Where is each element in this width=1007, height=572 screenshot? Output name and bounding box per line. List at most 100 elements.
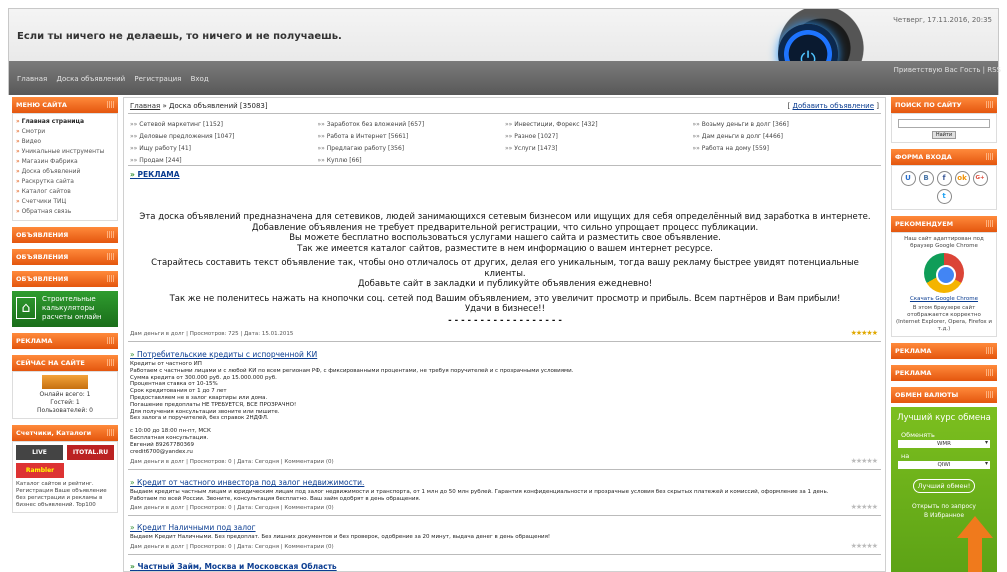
scroll-up-arrow-icon[interactable] [957, 516, 993, 572]
add-ad-link[interactable]: [ Добавить объявление ] [788, 102, 880, 110]
datetime: Четверг, 17.11.2016, 20:35 [893, 16, 992, 24]
menu-item-board[interactable]: Доска объявлений [16, 167, 114, 177]
menu-item-tools[interactable]: Уникальные инструменты [16, 147, 114, 157]
divider [128, 554, 881, 555]
site-header: Если ты ничего не делаешь, то ничего и н… [8, 8, 999, 96]
category-item[interactable]: Возьму деньги в долг [366] [693, 119, 881, 130]
ad-title-link[interactable]: Потребительские кредиты с испорченной КИ [130, 350, 317, 359]
chrome-icon[interactable] [924, 253, 964, 293]
nav-links: Главная Доска объявлений Регистрация Вхо… [17, 75, 216, 83]
counter-liveinternet[interactable]: LIVE [16, 445, 63, 460]
rating-stars[interactable]: ★★★★★ [851, 329, 878, 337]
category-item[interactable]: Дам деньги в долг [4466] [693, 131, 881, 142]
navbar: Главная Доска объявлений Регистрация Вхо… [9, 61, 998, 95]
search-block: Найти [891, 113, 997, 143]
category-item[interactable]: Деловые предложения [1047] [130, 131, 318, 142]
online-block: Онлайн всего: 1 Гостей: 1 Пользователей:… [12, 371, 118, 419]
open-partners[interactable]: Открыть по запросу [895, 503, 993, 510]
breadcrumb: Главная » Доска объявлений [35083] [130, 102, 268, 110]
login-block: U B f ok G+ t [891, 165, 997, 210]
ad-body: Выдаем Кредит Наличными. Без предоплат. … [130, 534, 551, 540]
divider [128, 515, 881, 516]
ad-title-link[interactable]: Кредит от частного инвестора под залог н… [130, 478, 364, 487]
counters-block: LIVE ITOTAL.RU Rambler Каталог сайтов и … [12, 441, 118, 513]
menu-item-catalog[interactable]: Каталог сайтов [16, 187, 114, 197]
category-item[interactable]: Услуги [1473] [505, 143, 693, 154]
category-item[interactable]: Разное [1027] [505, 131, 693, 142]
left-column: МЕНЮ САЙТА Главная страница Смотри Видео… [12, 97, 118, 513]
login-title: ФОРМА ВХОДА [891, 149, 997, 165]
menu-item-promo[interactable]: Раскрутка сайта [16, 177, 114, 187]
ad-meta: Дам деньги в долг | Просмотров: 0 | Дата… [130, 505, 334, 511]
google-plus-icon[interactable]: G+ [972, 171, 988, 186]
right-column: ПОИСК ПО САЙТУ Найти ФОРМА ВХОДА U B f o… [891, 97, 997, 572]
ad-meta: Дам деньги в долг | Просмотров: 0 | Дата… [130, 459, 334, 465]
ad-title-link[interactable]: Частный Займ, Москва и Московская Област… [130, 562, 336, 571]
main-content: Главная » Доска объявлений [35083] [ Доб… [123, 97, 886, 572]
get-currency-select[interactable]: QIWI [898, 460, 990, 469]
category-item[interactable]: Сетевой маркетинг [1152] [130, 119, 318, 130]
counter-rambler[interactable]: Rambler [16, 463, 64, 478]
counter-itotal[interactable]: ITOTAL.RU [67, 445, 114, 460]
twitter-icon[interactable]: t [936, 189, 952, 204]
breadcrumb-current: Доска объявлений [35083] [168, 102, 268, 110]
ad-body: Кредиты от частного ИП Работаем с частны… [130, 361, 574, 455]
search-input[interactable] [898, 119, 990, 128]
site-motto: Если ты ничего не делаешь, то ничего и н… [17, 31, 342, 42]
counters-title: Счетчики, Каталоги [12, 425, 118, 441]
menu-item-feedback[interactable]: Обратная связь [16, 207, 114, 217]
counters-text: Каталог сайтов и рейтинг. Регистрация Ва… [16, 481, 107, 508]
nav-board[interactable]: Доска объявлений [56, 75, 125, 83]
search-button[interactable]: Найти [932, 131, 956, 139]
divider [128, 113, 881, 114]
category-item[interactable]: Предлагаю работу [356] [318, 143, 506, 154]
vk-icon[interactable]: B [918, 171, 934, 186]
reklama-link[interactable]: РЕКЛАМА [130, 170, 179, 179]
ucoz-icon[interactable]: U [900, 171, 916, 186]
ad-meta: Дам деньги в долг | Просмотров: 0 | Дата… [130, 544, 334, 550]
divider [128, 165, 881, 166]
ad-title-link[interactable]: Кредит Наличными под залог [130, 523, 256, 532]
intro-line: Так же не поленитесь нажать на кнопочки … [169, 293, 841, 304]
recommend-note: В этом браузере сайт отображается коррек… [896, 305, 992, 332]
intro-line: Удачи в бизнесе!! [464, 304, 545, 314]
category-item[interactable]: Работа на дому [559] [693, 143, 881, 154]
block-title-obyav-3: ОБЪЯВЛЕНИЯ [12, 271, 118, 287]
category-item[interactable]: Заработок без вложений [657] [318, 119, 506, 130]
nav-login[interactable]: Вход [191, 75, 209, 83]
ad-meta: Дам деньги в долг | Просмотров: 725 | Да… [130, 331, 294, 337]
intro-line: Добавление объявления не требует предвар… [251, 222, 759, 233]
block-title-obyav-2: ОБЪЯВЛЕНИЯ [12, 249, 118, 265]
category-item[interactable]: Работа в Интернет [5661] [318, 131, 506, 142]
now-on-site-title: СЕЙЧАС НА САЙТЕ [12, 355, 118, 371]
odnoklassniki-icon[interactable]: ok [954, 171, 970, 186]
menu-item-video[interactable]: Видео [16, 137, 114, 147]
category-item[interactable]: Ищу работу [41] [130, 143, 318, 154]
chrome-download-link[interactable]: Скачать Google Chrome [895, 296, 993, 303]
give-currency-select[interactable]: WMR [898, 439, 990, 448]
nav-register[interactable]: Регистрация [134, 75, 181, 83]
rating-stars[interactable]: ★★★★★ [851, 503, 878, 511]
intro-line: Старайтесь составить текст объявление та… [151, 258, 859, 279]
facebook-icon[interactable]: f [936, 171, 952, 186]
guest-links[interactable]: Приветствую Вас Гость | RSS [894, 66, 1001, 74]
online-guests: Гостей: 1 [50, 399, 80, 406]
menu-item-home[interactable]: Главная страница [16, 117, 114, 127]
reklama-title-left: РЕКЛАМА [12, 333, 118, 349]
menu-item-smotri[interactable]: Смотри [16, 127, 114, 137]
menu-item-tic[interactable]: Счетчики ТИЦ [16, 197, 114, 207]
calculators-banner[interactable]: ⌂ Строительные калькуляторы расчеты онла… [12, 291, 118, 327]
rating-stars[interactable]: ★★★★★ [851, 542, 878, 550]
nav-home[interactable]: Главная [17, 75, 47, 83]
menu-block: Главная страница Смотри Видео Уникальные… [12, 113, 118, 221]
divider [128, 469, 881, 470]
exchange-button[interactable]: Лучший обмен! [913, 479, 975, 493]
intro-line: Так же имеется каталог сайтов, разместит… [297, 243, 713, 254]
menu-title: МЕНЮ САЙТА [12, 97, 118, 113]
category-item[interactable]: Инвестиции, Форекс [432] [505, 119, 693, 130]
recommend-block: Наш сайт адаптирован под браузер Google … [891, 232, 997, 337]
online-graph [42, 375, 88, 389]
menu-item-shop[interactable]: Магазин Фабрика [16, 157, 114, 167]
breadcrumb-home[interactable]: Главная [130, 102, 160, 110]
rating-stars[interactable]: ★★★★★ [851, 457, 878, 465]
